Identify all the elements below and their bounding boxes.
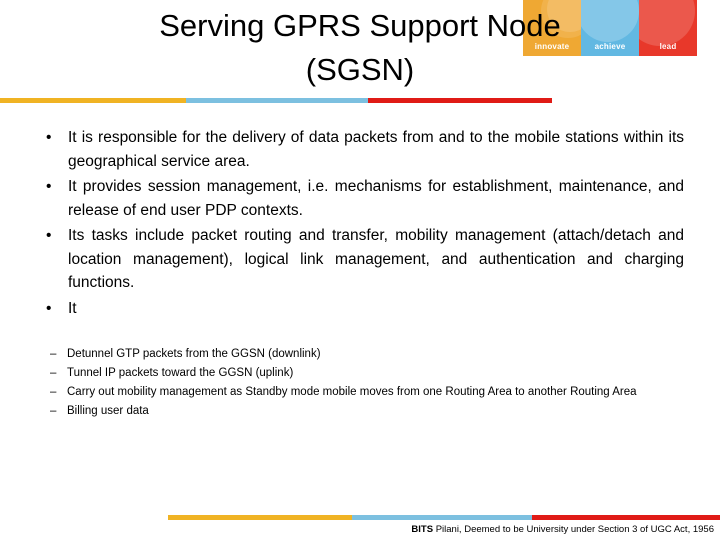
slide-title-line-2: (SGSN) bbox=[305, 52, 415, 87]
footer-brand: BITS bbox=[411, 524, 434, 535]
footer-divider-blue bbox=[352, 515, 532, 520]
list-item: • Its tasks include packet routing and t… bbox=[36, 224, 684, 295]
slide-title-line-1: Serving GPRS Support Node bbox=[159, 8, 561, 43]
sub-list-item-text: Billing user data bbox=[67, 405, 149, 417]
sub-bullet-marker: – bbox=[50, 405, 57, 417]
footer-divider-orange bbox=[168, 515, 352, 520]
slide-body: • It is responsible for the delivery of … bbox=[36, 126, 684, 322]
bullet-marker: • bbox=[46, 129, 52, 146]
list-item-text: It provides session management, i.e. mec… bbox=[68, 178, 684, 219]
footer-caption: Pilani, Deemed to be University under Se… bbox=[433, 524, 714, 535]
footer-text: BITS Pilani, Deemed to be University und… bbox=[0, 524, 714, 536]
sub-bullet-list: – Detunnel GTP packets from the GGSN (do… bbox=[36, 346, 684, 420]
header-divider-orange bbox=[0, 98, 186, 103]
sub-bullet-marker: – bbox=[50, 348, 57, 360]
sub-list-item: – Detunnel GTP packets from the GGSN (do… bbox=[36, 346, 684, 363]
list-item-text: It is responsible for the delivery of da… bbox=[68, 129, 684, 170]
sub-list-item-text: Tunnel IP packets toward the GGSN (uplin… bbox=[67, 367, 294, 379]
sub-bullet-marker: – bbox=[50, 386, 57, 398]
sub-list-item-text: Detunnel GTP packets from the GGSN (down… bbox=[67, 348, 321, 360]
list-item: • It provides session management, i.e. m… bbox=[36, 175, 684, 222]
header-divider-red bbox=[368, 98, 552, 103]
list-item-text: It bbox=[68, 299, 77, 317]
sub-list-item: – Carry out mobility management as Stand… bbox=[36, 384, 684, 401]
bullet-marker: • bbox=[46, 299, 52, 317]
footer-divider-red bbox=[532, 515, 720, 520]
sub-list-item-text: Carry out mobility management as Standby… bbox=[67, 386, 637, 398]
bullet-list: • It is responsible for the delivery of … bbox=[36, 126, 684, 320]
sub-list-item: – Billing user data bbox=[36, 403, 684, 420]
list-item: • It is responsible for the delivery of … bbox=[36, 126, 684, 173]
sub-bullet-marker: – bbox=[50, 367, 57, 379]
list-item-text: Its tasks include packet routing and tra… bbox=[68, 227, 684, 291]
slide-title: Serving GPRS Support Node (SGSN) bbox=[36, 4, 684, 92]
list-item: • It bbox=[36, 297, 684, 321]
sub-list-item: – Tunnel IP packets toward the GGSN (upl… bbox=[36, 365, 684, 382]
bullet-marker: • bbox=[46, 178, 52, 195]
slide-subbody: – Detunnel GTP packets from the GGSN (do… bbox=[36, 340, 684, 422]
header-divider-blue bbox=[186, 98, 368, 103]
slide: innovate achieve lead Serving GPRS Suppo… bbox=[0, 0, 720, 540]
bullet-marker: • bbox=[46, 227, 52, 244]
